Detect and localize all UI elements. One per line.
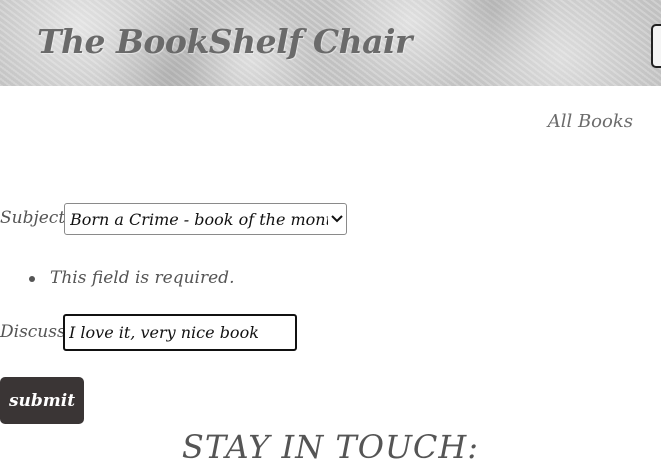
submit-button[interactable]: submit	[0, 377, 84, 424]
bullet-icon	[29, 276, 35, 282]
field-error-list: This field is required.	[0, 268, 234, 288]
site-header: The BookShelf Chair	[0, 0, 661, 86]
site-title[interactable]: The BookShelf Chair	[37, 22, 412, 61]
stay-in-touch-heading: STAY IN TOUCH:	[181, 428, 480, 466]
field-error-item: This field is required.	[0, 268, 234, 288]
subject-select[interactable]: Born a Crime - book of the month!	[64, 203, 347, 235]
menu-toggle-button[interactable]	[651, 24, 661, 68]
field-error-text: This field is required.	[50, 268, 235, 288]
subject-label: Subject:	[0, 208, 71, 228]
discuss-label: Discuss:	[0, 322, 72, 342]
chevron-down-icon	[328, 215, 346, 223]
nav-link-all-books[interactable]: All Books	[548, 111, 633, 132]
discuss-input[interactable]	[63, 314, 297, 351]
subject-select-value: Born a Crime - book of the month!	[70, 209, 328, 229]
